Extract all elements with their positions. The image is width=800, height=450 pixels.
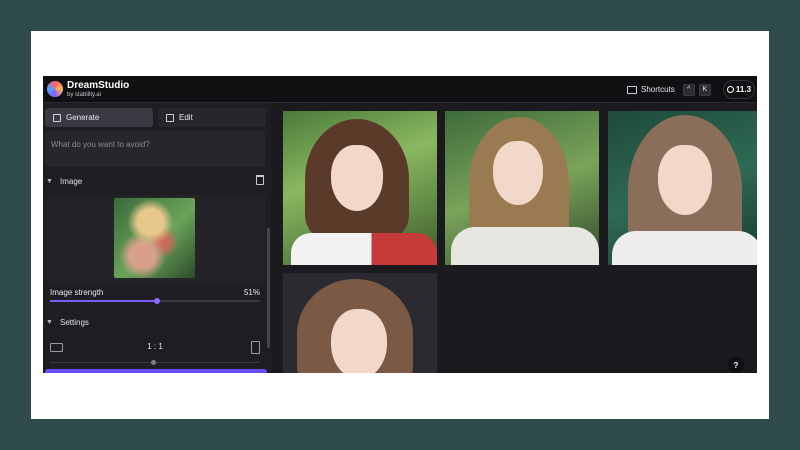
credits-value: 11.3 xyxy=(735,85,752,94)
keyboard-icon xyxy=(627,85,637,94)
dreamstudio-app: DreamStudio by stability.ai Shortcuts ^ … xyxy=(43,76,757,373)
brand-subtitle: by stability.ai xyxy=(67,92,101,98)
key-ctrl: ^ xyxy=(682,83,695,96)
init-image-card[interactable] xyxy=(47,195,265,285)
image-strength-knob[interactable] xyxy=(154,298,161,304)
tab-generate[interactable]: Generate xyxy=(45,108,153,127)
credits-coin-icon xyxy=(726,86,734,93)
tab-edit[interactable]: Edit xyxy=(158,108,266,127)
image-section-header[interactable]: ▼ Image xyxy=(43,172,271,190)
edit-icon xyxy=(166,113,174,122)
help-button[interactable]: ? xyxy=(728,357,744,373)
image-1-face xyxy=(331,145,383,211)
portrait-ratio-icon[interactable] xyxy=(251,341,260,354)
trash-icon[interactable] xyxy=(256,175,264,185)
init-image-thumbnail xyxy=(114,198,195,278)
generated-image-1[interactable] xyxy=(283,111,437,265)
image-section-title: Image xyxy=(60,176,83,186)
key-k: K xyxy=(698,83,711,96)
aspect-ratio-value: 1 : 1 xyxy=(147,342,163,351)
settings-section-header[interactable]: ▼ Settings xyxy=(43,313,271,331)
image-1-shirt xyxy=(291,233,437,265)
chevron-down-icon: ▼ xyxy=(46,318,53,326)
image-3-shirt xyxy=(612,231,757,265)
settings-section-title: Settings xyxy=(60,317,89,327)
image-gallery xyxy=(271,103,757,373)
aspect-ratio-row: 1 : 1 xyxy=(50,341,260,355)
generated-image-4[interactable] xyxy=(283,273,437,373)
tab-edit-label: Edit xyxy=(179,113,193,122)
credits-button[interactable]: 11.3 xyxy=(723,80,755,99)
image-strength-slider[interactable] xyxy=(50,298,260,304)
aspect-ratio-knob[interactable] xyxy=(151,360,156,365)
negative-prompt-placeholder: What do you want to avoid? xyxy=(51,140,150,149)
dreamstudio-logo-icon[interactable] xyxy=(47,81,63,97)
brand-name: DreamStudio xyxy=(67,80,130,91)
generated-image-3[interactable] xyxy=(608,111,757,265)
image-strength-fill xyxy=(50,300,158,302)
image-2-face xyxy=(493,141,543,205)
app-header: DreamStudio by stability.ai Shortcuts ^ … xyxy=(43,76,757,103)
sidebar-scrollbar[interactable] xyxy=(267,228,270,348)
image-4-face xyxy=(331,309,387,373)
dream-button[interactable] xyxy=(45,369,267,373)
image-3-face xyxy=(658,145,712,215)
image-strength-label: Image strength xyxy=(50,288,104,297)
generated-image-2[interactable] xyxy=(445,111,599,265)
shortcuts-label: Shortcuts xyxy=(641,85,675,94)
negative-prompt-input[interactable]: What do you want to avoid? xyxy=(45,131,265,167)
shortcuts-button[interactable]: Shortcuts ^ K xyxy=(627,83,711,96)
image-strength-row: Image strength 51% xyxy=(50,288,260,297)
image-strength-value: 51% xyxy=(243,288,260,297)
generate-icon xyxy=(53,113,61,122)
chevron-down-icon: ▼ xyxy=(46,177,53,185)
sidebar: Generate Edit What do you want to avoid?… xyxy=(43,103,271,373)
tab-generate-label: Generate xyxy=(66,113,100,122)
image-2-shirt xyxy=(451,227,599,265)
